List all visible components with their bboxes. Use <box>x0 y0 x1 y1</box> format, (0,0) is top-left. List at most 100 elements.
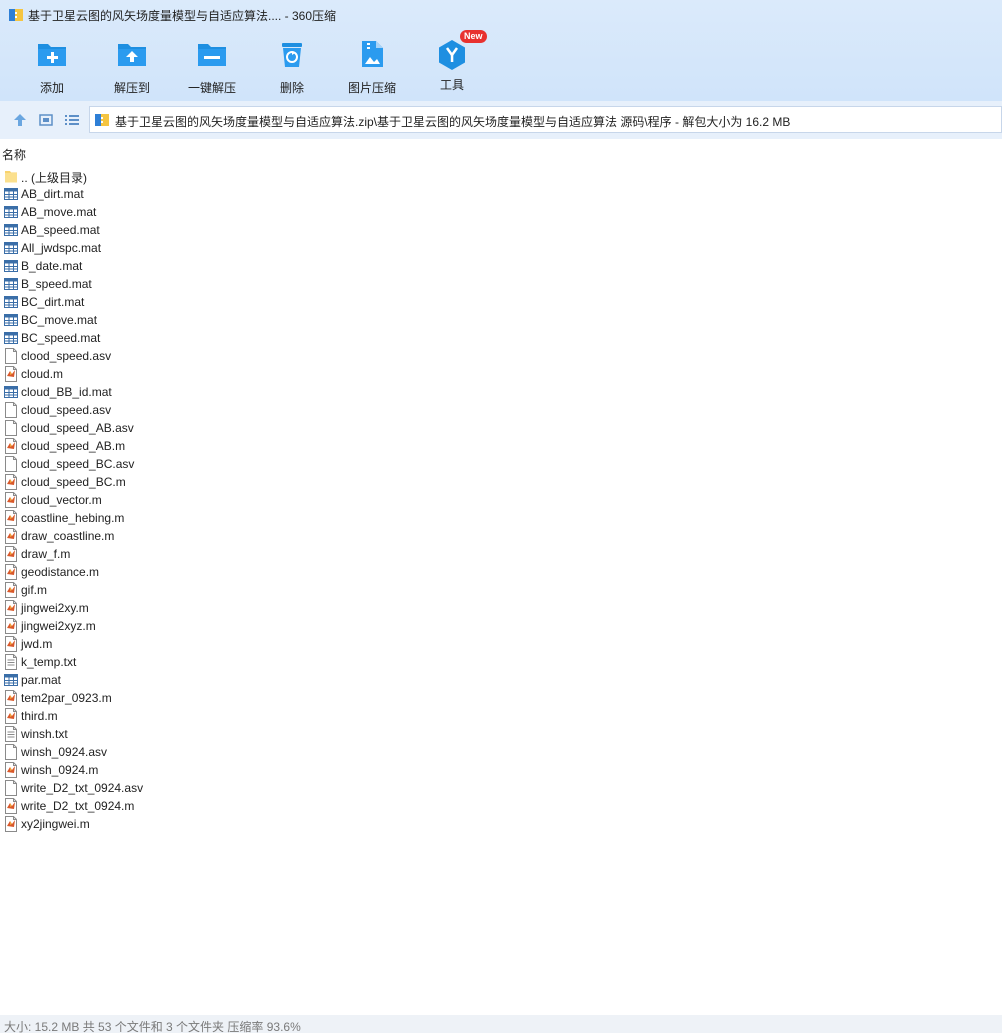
file-row[interactable]: gif.m <box>0 581 1002 599</box>
file-row[interactable]: AB_dirt.mat <box>0 185 1002 203</box>
file-row[interactable]: B_speed.mat <box>0 275 1002 293</box>
file-row[interactable]: winsh_0924.m <box>0 761 1002 779</box>
file-row[interactable]: AB_speed.mat <box>0 221 1002 239</box>
file-name: gif.m <box>21 583 48 597</box>
matlab-file-icon <box>4 798 18 814</box>
one-click-extract-label: 一键解压 <box>187 81 236 95</box>
text-file-icon <box>4 654 18 670</box>
file-row[interactable]: cloud.m <box>0 365 1002 383</box>
file-row[interactable]: BC_move.mat <box>0 311 1002 329</box>
file-row[interactable]: BC_dirt.mat <box>0 293 1002 311</box>
file-row[interactable]: cloud_speed_BC.m <box>0 473 1002 491</box>
file-row[interactable]: k_temp.txt <box>0 653 1002 671</box>
file-row[interactable]: BC_speed.mat <box>0 329 1002 347</box>
mat-file-icon <box>4 186 18 202</box>
mat-file-icon <box>4 222 18 238</box>
extract-to-button[interactable]: 解压到 <box>92 38 172 96</box>
file-row[interactable]: draw_f.m <box>0 545 1002 563</box>
file-row[interactable]: jingwei2xy.m <box>0 599 1002 617</box>
address-path: 基于卫星云图的风矢场度量模型与自适应算法.zip\基于卫星云图的风矢场度量模型与… <box>115 115 791 129</box>
file-name: BC_move.mat <box>21 313 98 327</box>
list-view-icon[interactable] <box>63 111 81 129</box>
matlab-file-icon <box>4 708 18 724</box>
file-name: cloud_speed_AB.m <box>21 439 126 453</box>
up-level-icon[interactable] <box>11 111 29 129</box>
archive-app-icon <box>9 9 23 21</box>
file-row[interactable]: winsh_0924.asv <box>0 743 1002 761</box>
archive-icon <box>95 114 109 126</box>
file-row[interactable]: cloud_speed.asv <box>0 401 1002 419</box>
file-row[interactable]: jwd.m <box>0 635 1002 653</box>
matlab-file-icon <box>4 564 18 580</box>
address-bar[interactable]: 基于卫星云图的风矢场度量模型与自适应算法.zip\基于卫星云图的风矢场度量模型与… <box>89 106 1002 133</box>
file-row[interactable]: AB_move.mat <box>0 203 1002 221</box>
blank-file-icon <box>4 420 18 436</box>
file-row[interactable]: clood_speed.asv <box>0 347 1002 365</box>
file-name: B_speed.mat <box>21 277 92 291</box>
matlab-file-icon <box>4 690 18 706</box>
blank-file-icon <box>4 744 18 760</box>
file-row[interactable]: par.mat <box>0 671 1002 689</box>
extract-to-label: 解压到 <box>113 81 150 95</box>
file-row[interactable]: cloud_speed_AB.m <box>0 437 1002 455</box>
file-row[interactable]: winsh.txt <box>0 725 1002 743</box>
matlab-file-icon <box>4 618 18 634</box>
file-row[interactable]: cloud_speed_AB.asv <box>0 419 1002 437</box>
file-name: cloud_speed.asv <box>21 403 112 417</box>
matlab-file-icon <box>4 546 18 562</box>
add-button[interactable]: 添加 <box>12 38 92 96</box>
file-row[interactable]: .. (上级目录) <box>0 167 1002 185</box>
extract-to-icon <box>118 44 146 66</box>
file-row[interactable]: jingwei2xyz.m <box>0 617 1002 635</box>
file-name: winsh_0924.asv <box>21 745 108 759</box>
delete-button[interactable]: 删除 <box>252 38 332 96</box>
file-row[interactable]: write_D2_txt_0924.asv <box>0 779 1002 797</box>
file-row[interactable]: All_jwdspc.mat <box>0 239 1002 257</box>
image-compress-icon <box>362 41 383 67</box>
image-compress-button[interactable]: 图片压缩 <box>332 38 412 96</box>
file-row[interactable]: tem2par_0923.m <box>0 689 1002 707</box>
file-name: k_temp.txt <box>21 655 77 669</box>
file-name: cloud_BB_id.mat <box>21 385 112 399</box>
thumbnail-view-icon[interactable] <box>37 111 55 129</box>
title-bar: 基于卫星云图的风矢场度量模型与自适应算法.... - 360压缩 <box>0 0 1002 30</box>
file-row[interactable]: third.m <box>0 707 1002 725</box>
matlab-file-icon <box>4 366 18 382</box>
recycle-bin-icon <box>282 43 302 67</box>
column-header-name[interactable]: 名称 <box>0 139 1002 163</box>
file-row[interactable]: cloud_vector.m <box>0 491 1002 509</box>
file-name: write_D2_txt_0924.m <box>21 799 135 813</box>
matlab-file-icon <box>4 438 18 454</box>
mat-file-icon <box>4 330 18 346</box>
matlab-file-icon <box>4 474 18 490</box>
mat-file-icon <box>4 384 18 400</box>
tools-button[interactable]: New 工具 <box>412 30 492 93</box>
file-row[interactable]: cloud_BB_id.mat <box>0 383 1002 401</box>
tools-icon-wrap: New <box>436 30 487 70</box>
matlab-file-icon <box>4 528 18 544</box>
file-row[interactable]: geodistance.m <box>0 563 1002 581</box>
blank-file-icon <box>4 780 18 796</box>
matlab-file-icon <box>4 816 18 832</box>
file-name: third.m <box>21 709 58 723</box>
add-label: 添加 <box>39 81 64 95</box>
file-name: All_jwdspc.mat <box>21 241 102 255</box>
window-title: 基于卫星云图的风矢场度量模型与自适应算法.... - 360压缩 <box>28 9 337 23</box>
file-row[interactable]: write_D2_txt_0924.m <box>0 797 1002 815</box>
matlab-file-icon <box>4 582 18 598</box>
one-click-extract-button[interactable]: 一键解压 <box>172 38 252 96</box>
mat-file-icon <box>4 258 18 274</box>
file-row[interactable]: coastline_hebing.m <box>0 509 1002 527</box>
file-name: draw_f.m <box>21 547 71 561</box>
file-row[interactable]: draw_coastline.m <box>0 527 1002 545</box>
image-compress-label: 图片压缩 <box>347 81 396 95</box>
file-name: jingwei2xyz.m <box>21 619 96 633</box>
file-row[interactable]: cloud_speed_BC.asv <box>0 455 1002 473</box>
blank-file-icon <box>4 348 18 364</box>
file-row[interactable]: B_date.mat <box>0 257 1002 275</box>
matlab-file-icon <box>4 510 18 526</box>
file-name: cloud_speed_BC.m <box>21 475 126 489</box>
matlab-file-icon <box>4 492 18 508</box>
file-row[interactable]: xy2jingwei.m <box>0 815 1002 833</box>
blank-file-icon <box>4 402 18 418</box>
